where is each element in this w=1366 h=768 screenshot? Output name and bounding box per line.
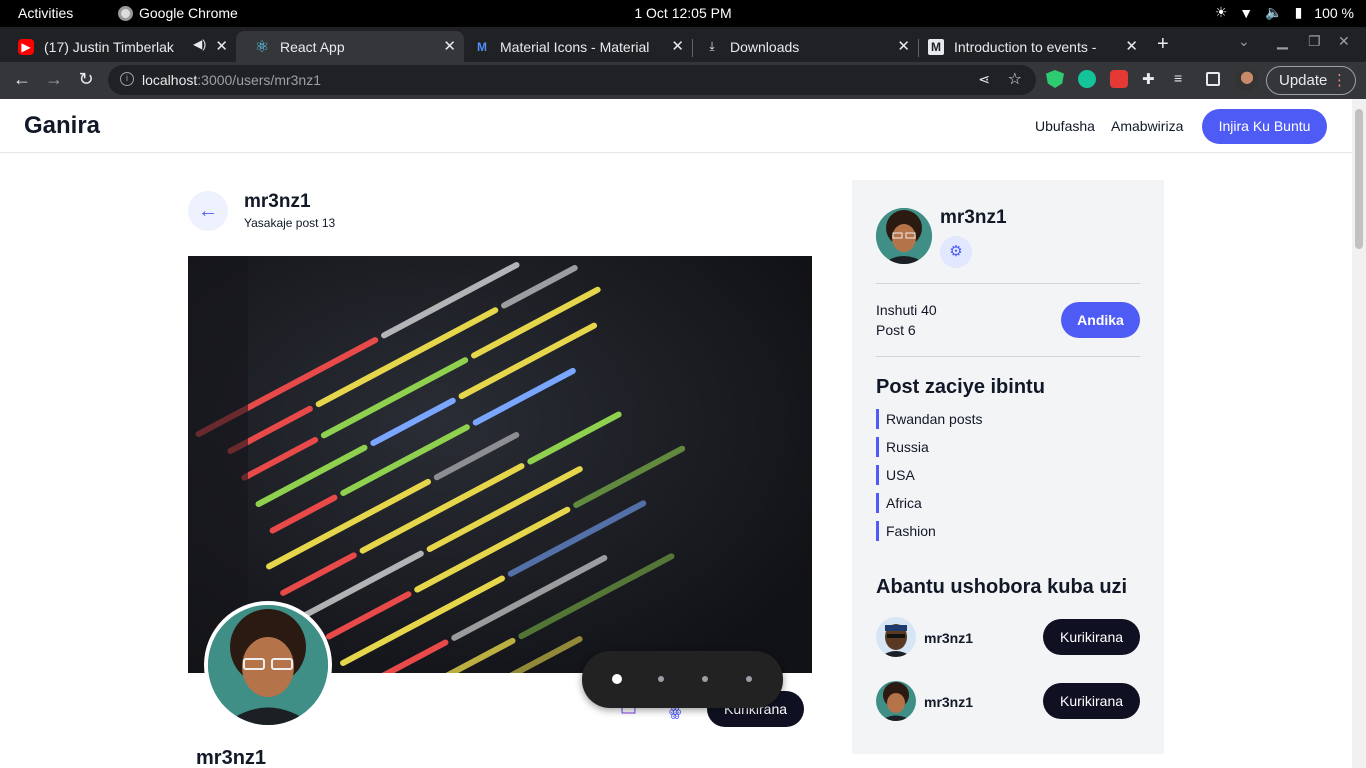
page-title: mr3nz1 xyxy=(244,191,311,212)
category-item[interactable]: Russia xyxy=(876,437,929,457)
user-settings-button[interactable]: ⚙ xyxy=(940,236,972,268)
pager-dot-active[interactable] xyxy=(612,674,622,684)
profile-name: mr3nz1 xyxy=(196,747,267,768)
volume-icon: 🔈 xyxy=(1265,4,1283,20)
update-button[interactable]: Update ⋮ xyxy=(1266,66,1356,95)
avatar-illustration xyxy=(208,605,328,725)
nav-link-help[interactable]: Ubufasha xyxy=(1035,118,1095,134)
extension-icon[interactable] xyxy=(1110,70,1128,88)
system-top-bar: Activities Google Chrome 1 Oct 12:05 PM … xyxy=(0,0,1366,27)
site-logo[interactable]: Ganira xyxy=(24,112,100,140)
tab-title: Material Icons - Material xyxy=(500,38,650,55)
maximize-button[interactable]: ❐ xyxy=(1308,33,1321,50)
side-panel-icon[interactable] xyxy=(1206,72,1220,86)
arrow-left-icon: ← xyxy=(198,200,218,222)
scrollbar-thumb[interactable] xyxy=(1355,109,1363,249)
posts-count: Post 6 xyxy=(876,322,916,338)
user-gear-icon: ⚙ xyxy=(949,243,963,260)
page-scrollbar[interactable] xyxy=(1352,99,1366,768)
close-tab-icon[interactable]: ✕ xyxy=(1125,37,1138,55)
nav-link-terms[interactable]: Amabwiriza xyxy=(1111,118,1183,134)
address-bar[interactable]: i localhost:3000/users/mr3nz1 ⋖ ☆ xyxy=(108,65,1036,95)
close-tab-icon[interactable]: ✕ xyxy=(443,37,456,55)
reload-icon[interactable]: ↻ xyxy=(74,69,98,90)
pager-dot[interactable] xyxy=(702,676,708,682)
youtube-icon: ▶ xyxy=(18,38,34,55)
audio-icon[interactable]: ◀) xyxy=(193,37,206,51)
tab-youtube[interactable]: ▶ (17) Justin Timberlak ◀) ✕ xyxy=(0,31,236,62)
avatar-illustration xyxy=(876,208,932,264)
brightness-icon: ☀ xyxy=(1214,4,1228,20)
mdn-icon: M xyxy=(928,38,944,55)
tab-title: Downloads xyxy=(730,38,800,55)
download-icon: ⤓ xyxy=(709,39,715,53)
clock[interactable]: 1 Oct 12:05 PM xyxy=(0,5,1366,21)
close-window-button[interactable]: ✕ xyxy=(1338,33,1350,50)
categories-heading: Post zaciye ibintu xyxy=(876,376,1045,398)
menu-dots-icon[interactable]: ⋮ xyxy=(1332,67,1347,94)
url-text[interactable]: localhost:3000/users/mr3nz1 xyxy=(142,72,321,88)
pager-dot[interactable] xyxy=(658,676,664,682)
new-tab-button[interactable]: + xyxy=(1157,33,1169,56)
avatar-illustration xyxy=(876,617,916,657)
close-tab-icon[interactable]: ✕ xyxy=(215,37,228,55)
suggestion-name[interactable]: mr3nz1 xyxy=(924,694,973,710)
browser-toolbar: ← → ↻ i localhost:3000/users/mr3nz1 ⋖ ☆ … xyxy=(0,62,1366,99)
tab-react-app[interactable]: ⚛ React App ✕ xyxy=(236,31,464,62)
follow-button[interactable]: Kurikirana xyxy=(1043,683,1140,719)
close-tab-icon[interactable]: ✕ xyxy=(897,37,910,55)
follow-button[interactable]: Kurikirana xyxy=(1043,619,1140,655)
wifi-icon: ▼ xyxy=(1239,4,1254,21)
divider xyxy=(876,356,1140,357)
category-item[interactable]: USA xyxy=(876,465,915,485)
divider xyxy=(876,283,1140,284)
category-item[interactable]: Fashion xyxy=(876,521,936,541)
tab-material-icons[interactable]: M Material Icons - Material ✕ xyxy=(456,31,692,62)
category-item[interactable]: Rwandan posts xyxy=(876,409,983,429)
bookmark-star-icon[interactable]: ☆ xyxy=(1008,69,1022,89)
avatar-illustration xyxy=(876,681,916,721)
write-button[interactable]: Andika xyxy=(1061,302,1140,338)
media-control-icon[interactable]: ≡ xyxy=(1174,70,1192,88)
react-icon: ⚛ xyxy=(254,38,270,56)
puzzle-icon[interactable]: ✚ xyxy=(1142,70,1160,88)
shield-extension-icon[interactable] xyxy=(1046,70,1064,88)
suggestion-avatar[interactable] xyxy=(876,617,916,657)
battery-level: 100 % xyxy=(1314,4,1354,21)
page-viewport: Ganira Ubufasha Amabwiriza Injira Ku Bun… xyxy=(0,99,1352,768)
back-button[interactable]: ← xyxy=(188,191,228,231)
tab-search-icon[interactable]: ⌄ xyxy=(1238,33,1250,50)
grammarly-icon[interactable] xyxy=(1078,70,1096,88)
category-item[interactable]: Africa xyxy=(876,493,922,513)
minimize-button[interactable]: ▁ xyxy=(1277,33,1288,50)
profile-avatar[interactable] xyxy=(1236,69,1258,91)
sidebar-username: mr3nz1 xyxy=(940,207,1007,228)
share-icon[interactable]: ⋖ xyxy=(978,71,990,88)
site-navbar: Ganira Ubufasha Amabwiriza Injira Ku Bun… xyxy=(0,99,1352,153)
pager-dot[interactable] xyxy=(746,676,752,682)
system-tray[interactable]: ☀ ▼ 🔈 ▮ 100 % xyxy=(1215,4,1354,21)
tab-mdn-events[interactable]: M Introduction to events - ✕ xyxy=(910,31,1146,62)
tab-title: (17) Justin Timberlak xyxy=(44,38,174,55)
close-tab-icon[interactable]: ✕ xyxy=(671,37,684,55)
tab-downloads[interactable]: ⤓ Downloads ✕ xyxy=(686,31,918,62)
tab-title: Introduction to events - xyxy=(954,38,1097,55)
suggestion-name[interactable]: mr3nz1 xyxy=(924,630,973,646)
suggestions-heading: Abantu ushobora kuba uzi xyxy=(876,576,1128,598)
friends-count: Inshuti 40 xyxy=(876,302,937,318)
sidebar-avatar[interactable] xyxy=(876,208,932,264)
battery-icon: ▮ xyxy=(1294,4,1303,20)
back-arrow-icon[interactable]: ← xyxy=(10,69,34,90)
image-pager[interactable] xyxy=(582,651,783,708)
profile-sidebar: mr3nz1 ⚙ Inshuti 40 Post 6 Andika Post z… xyxy=(852,180,1164,754)
signup-button[interactable]: Injira Ku Buntu xyxy=(1202,109,1327,144)
material-icon: M xyxy=(477,39,487,54)
tab-title: React App xyxy=(280,38,345,55)
suggestion-avatar[interactable] xyxy=(876,681,916,721)
profile-avatar-large[interactable] xyxy=(204,601,332,729)
site-info-icon[interactable]: i xyxy=(120,72,134,86)
post-count-text: Yasakaje post 13 xyxy=(244,216,336,230)
forward-arrow-icon[interactable]: → xyxy=(42,69,66,90)
